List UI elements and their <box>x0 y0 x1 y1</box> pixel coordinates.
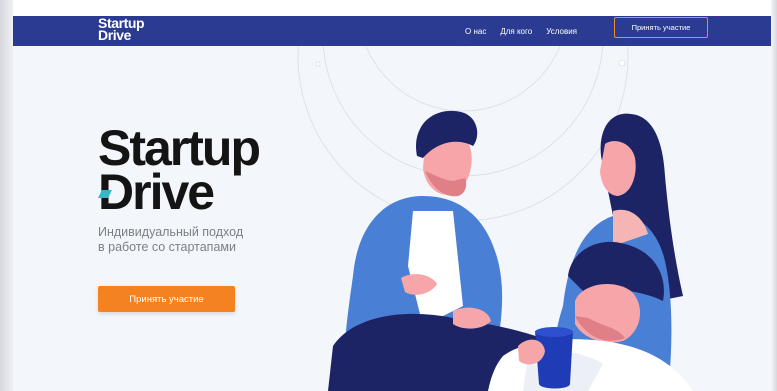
people-illustration <box>328 110 693 391</box>
logo-accent-shape <box>98 190 112 198</box>
top-navbar: Startup Drive О нас Для кого Условия При… <box>13 16 771 46</box>
nav-link-terms[interactable]: Условия <box>546 27 577 36</box>
nav-participate-button[interactable]: Принять участие <box>614 17 708 38</box>
hero-logo-line2: Drive <box>98 164 215 220</box>
hero-participate-button[interactable]: Принять участие <box>98 286 235 312</box>
page: Startup Drive О нас Для кого Условия При… <box>0 0 777 391</box>
landing-page: Startup Drive О нас Для кого Условия При… <box>13 16 771 391</box>
hero-tagline: Индивидуальный подход в работе со старта… <box>98 225 268 254</box>
tagline-line1: Индивидуальный подход <box>98 225 244 239</box>
window-edge-left <box>0 0 13 391</box>
nav-link-for-whom[interactable]: Для кого <box>500 27 532 36</box>
nav-logo[interactable]: Startup Drive <box>98 16 145 42</box>
window-edge-right <box>771 0 777 391</box>
nav-links: О нас Для кого Условия <box>465 16 591 46</box>
nav-link-about[interactable]: О нас <box>465 27 486 36</box>
tagline-line2: в работе со стартапами <box>98 239 236 254</box>
hero-logo: Startup Drive <box>98 123 261 220</box>
